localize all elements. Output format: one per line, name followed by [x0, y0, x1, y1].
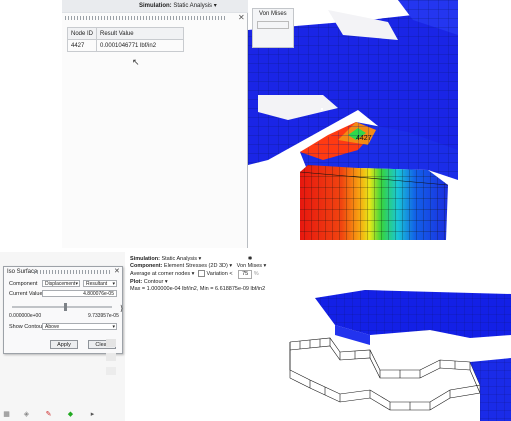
variation-checkbox[interactable] — [197, 270, 205, 278]
bottom-3d-viewport[interactable] — [280, 290, 511, 421]
show-contour-label: Show Contour — [9, 324, 44, 330]
results-table: Node ID Result Value 4427 0.0001046771 l… — [66, 27, 185, 52]
averaging-row[interactable]: Average at corner nodes ▾ Variation < 75… — [130, 270, 266, 279]
current-value-label: Current Value — [9, 291, 43, 297]
top-simulation-selector[interactable]: Simulation: Static Analysis ▾ — [139, 2, 217, 9]
close-icon[interactable]: ✕ — [114, 267, 120, 275]
chevron-down-icon: ▾ — [112, 324, 115, 330]
current-value-input[interactable]: 4.800076e-05 — [42, 290, 117, 297]
bottom-screenshot-panel: Iso Surface ✕ Component Displacement ▾ Re… — [0, 252, 511, 421]
tool-icon[interactable] — [106, 367, 116, 375]
value-slider-track[interactable] — [12, 306, 112, 308]
resize-cursor-icon: ⟩ — [120, 304, 124, 313]
averaging-value: Average at corner nodes — [130, 271, 191, 277]
mouse-cursor-icon: ↖ — [132, 57, 140, 67]
view-tool-icon[interactable]: ◆ — [66, 410, 75, 419]
component-label: Component: — [130, 263, 163, 269]
max-value-label: 9.733957e-05 — [88, 313, 119, 319]
window-grip[interactable] — [34, 270, 112, 274]
simulation-label: Simulation: — [139, 3, 172, 9]
dropdown-value: Von Mises — [259, 11, 287, 17]
plot-row[interactable]: Plot: Contour ▾ — [130, 279, 266, 286]
component-select[interactable]: Displacement ▾ — [42, 280, 80, 287]
node-id-tag: 4427 — [356, 135, 372, 142]
simulation-value: Static Analysis — [161, 256, 197, 262]
side-toolbar — [106, 339, 116, 375]
component-row[interactable]: Component: Element Stresses (2D 3D) ▾ Vo… — [130, 263, 266, 270]
cube-tool-icon[interactable]: ◈ — [22, 410, 31, 419]
component-value: Element Stresses (2D 3D) — [163, 263, 228, 269]
bottom-toolbar: ▦ ◈ ✎ ◆ ▸ — [0, 410, 100, 421]
component-label: Component — [9, 281, 38, 287]
top-screenshot-panel: Simulation: Static Analysis ▾ 4427 Von M… — [62, 0, 458, 248]
simulation-label: Simulation: — [130, 256, 160, 262]
box-tool-icon[interactable]: ▦ — [2, 410, 11, 419]
tool-icon[interactable] — [106, 339, 116, 347]
simulation-value: Static Analysis — [173, 3, 213, 9]
dropdown-field[interactable] — [257, 21, 289, 29]
table-cell: 4427 — [66, 39, 98, 52]
simulation-row[interactable]: Simulation: Static Analysis ▾ ✱ — [130, 256, 266, 263]
value-slider-thumb[interactable] — [64, 303, 67, 311]
component-select-value: Displacement — [45, 281, 76, 287]
table-header-row: Node ID Result Value — [66, 27, 185, 40]
window-grip[interactable] — [65, 16, 225, 20]
dialog-title: Iso Surface — [7, 269, 38, 275]
pin-icon[interactable]: ✱ — [248, 256, 253, 262]
probe-results-window: ✕ Node ID Result Value 4427 0.0001046771… — [62, 13, 248, 248]
result-type-dropdown[interactable]: Von Mises — [252, 8, 294, 48]
pen-tool-icon[interactable]: ✎ — [44, 410, 53, 419]
plot-value: Contour — [143, 279, 164, 285]
result-settings-panel: Simulation: Static Analysis ▾ ✱ Componen… — [130, 256, 266, 293]
column-header: Node ID — [66, 27, 98, 40]
show-contour-select[interactable]: Above ▾ — [42, 323, 117, 330]
max-min-readout: Max = 1.000000e-04 lbf/in2, Min = 6.6188… — [130, 286, 266, 292]
apply-button[interactable]: Apply — [50, 340, 78, 349]
tool-icon[interactable] — [106, 353, 116, 361]
gear-wireframe — [289, 337, 481, 411]
percent-icon: % — [253, 271, 259, 277]
resultant-select-value: Resultant — [86, 281, 108, 287]
arrow-tool-icon[interactable]: ▸ — [88, 410, 97, 419]
variation-label: Variation < — [206, 271, 233, 277]
show-contour-value: Above — [45, 324, 60, 330]
close-icon[interactable]: ✕ — [238, 13, 245, 22]
column-header: Result Value — [96, 27, 185, 40]
min-value-label: 0.000000e+00 — [9, 313, 42, 319]
component-result-value: Von Mises — [236, 263, 263, 269]
chevron-down-icon: ▾ — [75, 281, 78, 287]
chevron-down-icon: ▾ — [112, 281, 115, 287]
variation-input[interactable]: 75 — [238, 270, 253, 279]
resultant-select[interactable]: Resultant ▾ — [83, 280, 117, 287]
plot-label: Plot: — [130, 279, 143, 285]
table-cell: 0.0001046771 lbf/in2 — [96, 39, 185, 52]
table-row[interactable]: 4427 0.0001046771 lbf/in2 — [66, 39, 185, 52]
